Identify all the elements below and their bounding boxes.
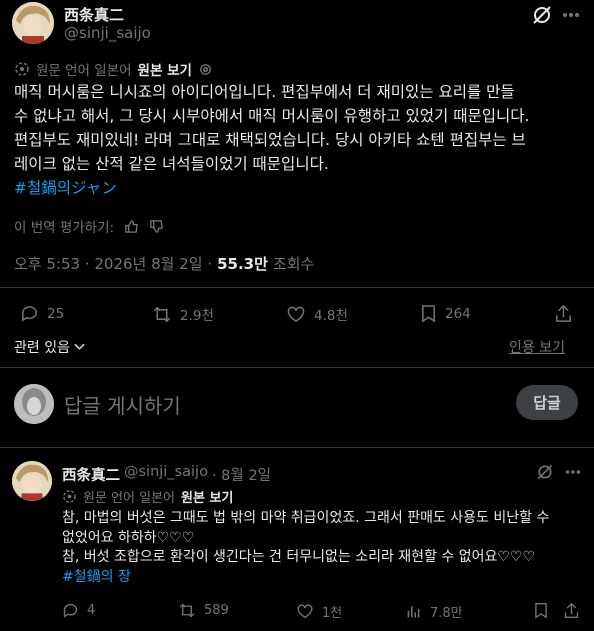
post-body-line: 수 없냐고 해서, 그 당시 시부야에서 매직 머시룸이 유행하고 있었기 때문…	[14, 107, 530, 125]
translate-icon	[62, 489, 77, 504]
like-action[interactable]: 4.8천	[286, 304, 348, 324]
post-body: 매직 머시룸은 니시죠의 아이디어입니다. 편집부에서 더 재미있는 요리를 만…	[14, 80, 590, 200]
reply-body-line: 참, 버섯 조합으로 환각이 생긴다는 건 터무니없는 소리라 재현할 수 없어…	[62, 549, 536, 565]
reply-count: 4	[87, 603, 96, 618]
bookmark-icon	[420, 304, 437, 323]
reply-icon	[20, 304, 39, 323]
divider	[0, 287, 594, 288]
more-options-icon[interactable]	[562, 12, 580, 18]
thumbs-up-icon[interactable]	[124, 219, 139, 234]
heart-icon	[296, 603, 314, 620]
grok-icon[interactable]	[531, 4, 553, 26]
thumbs-down-icon[interactable]	[149, 219, 164, 234]
author-avatar[interactable]	[12, 2, 54, 44]
author-name[interactable]: 西条真二	[64, 4, 124, 25]
reply-repost-action[interactable]: 589	[178, 602, 229, 619]
hashtag-link[interactable]: #철鍋의 장	[62, 568, 592, 588]
post-timestamp[interactable]: 오후 5:53 · 2026년 8월 2일 ·	[14, 253, 212, 274]
reply-body: 참, 마법의 버섯은 그때도 법 밖의 마약 취급이었죠. 그래서 판매도 사용…	[62, 509, 592, 587]
bookmark-icon[interactable]	[533, 602, 549, 619]
reply-submit-button[interactable]: 답글	[516, 385, 578, 420]
like-count: 1천	[322, 606, 343, 621]
reply-reply-action[interactable]: 4	[62, 602, 95, 619]
divider	[0, 367, 594, 368]
settings-gear-icon[interactable]	[198, 62, 213, 77]
rate-translation-label: 이 번역 평가하기:	[14, 220, 115, 236]
hashtag-link[interactable]: #철鍋의ジャン	[14, 176, 590, 200]
author-handle[interactable]: @sinji_saijo	[64, 24, 151, 42]
views-chart-icon	[405, 603, 422, 620]
reply-body-line: 없었어요 하하하♡♡♡	[62, 529, 195, 546]
repost-count: 2.9천	[180, 308, 214, 324]
reply-date[interactable]: · 8월 2일	[212, 464, 271, 485]
reply-count: 25	[47, 305, 65, 322]
reply-body-line: 참, 마법의 버섯은 그때도 법 밖의 마약 취급이었죠. 그래서 판매도 사용…	[62, 510, 550, 526]
view-count: 55.3만	[217, 255, 268, 273]
view-quotes-link[interactable]: 인용 보기	[509, 337, 565, 357]
like-count: 4.8천	[314, 308, 348, 324]
share-icon[interactable]	[563, 602, 580, 619]
bookmark-action[interactable]: 264	[420, 304, 471, 323]
reply-author-name[interactable]: 西条真二	[62, 464, 120, 485]
post-body-line: 편집부도 재미있네! 라며 그대로 채택되었습니다. 당시 아키타 쇼텐 편집부…	[14, 131, 526, 149]
share-icon[interactable]	[554, 304, 573, 323]
translate-icon	[14, 61, 30, 77]
divider	[0, 447, 594, 448]
reply-header: 西条真二 @sinji_saijo · 8월 2일	[62, 464, 271, 485]
reply-icon	[62, 602, 79, 619]
reply-translation-notice: 원문 언어 일본어 원본 보기	[62, 487, 233, 506]
repost-count: 589	[204, 603, 229, 618]
translation-notice: 원문 언어 일본어 원본 보기	[14, 59, 213, 79]
reply-input[interactable]: 답글 게시하기	[64, 390, 181, 419]
show-original-link[interactable]: 원본 보기	[138, 59, 192, 79]
rate-translation: 이 번역 평가하기:	[14, 216, 164, 236]
post-body-line: 매직 머시룸은 니시죠의 아이디어입니다. 편집부에서 더 재미있는 요리를 만…	[14, 83, 515, 101]
translation-source-language: 원문 언어 일본어	[83, 491, 175, 506]
related-label: 관련 있음	[14, 340, 70, 356]
grok-icon[interactable]	[536, 463, 554, 481]
chevron-down-icon	[74, 343, 85, 351]
reply-action[interactable]: 25	[20, 304, 64, 323]
repost-icon	[178, 602, 196, 619]
bookmark-count: 264	[445, 305, 471, 322]
post-metadata: 오후 5:53 · 2026년 8월 2일 · 55.3만 조회수	[14, 253, 314, 274]
current-user-avatar	[14, 384, 54, 424]
repost-action[interactable]: 2.9천	[152, 304, 214, 324]
view-count-label: 조회수	[272, 255, 315, 273]
post-body-line: 레이크 없는 산적 같은 녀석들이었기 때문입니다.	[14, 155, 329, 173]
translation-source-language: 원문 언어 일본어	[36, 63, 132, 79]
reply-like-action[interactable]: 1천	[296, 602, 342, 621]
repost-icon	[152, 305, 172, 324]
reply-author-handle[interactable]: @sinji_saijo	[124, 464, 208, 485]
reply-author-avatar[interactable]	[12, 461, 52, 501]
more-options-icon[interactable]	[565, 469, 581, 475]
heart-icon	[286, 305, 306, 324]
view-count: 7.8만	[430, 606, 463, 621]
reply-views-action[interactable]: 7.8만	[405, 602, 463, 621]
related-toggle[interactable]: 관련 있음	[14, 337, 85, 357]
show-original-link[interactable]: 원본 보기	[181, 487, 233, 506]
